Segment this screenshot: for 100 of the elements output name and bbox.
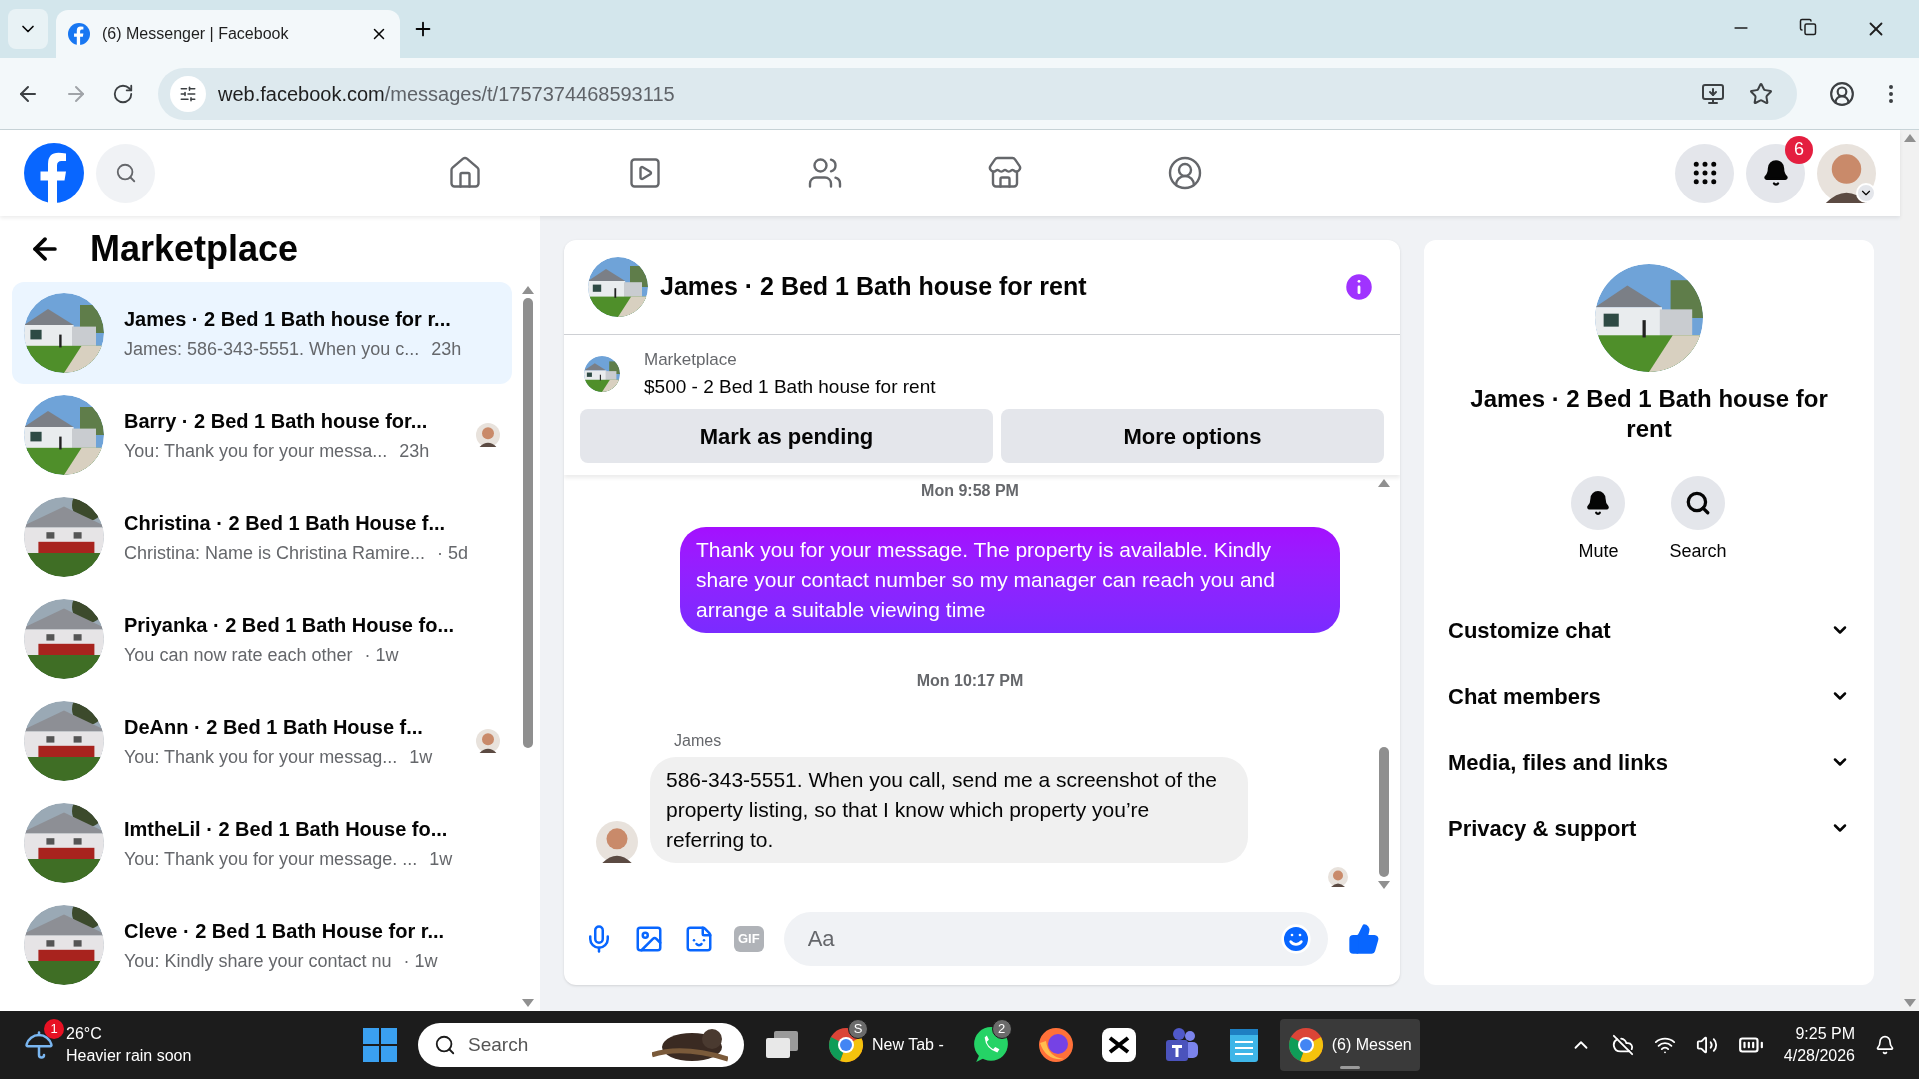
address-bar[interactable]: web.facebook.com/messages/t/1757374468593115: [158, 67, 1797, 120]
message-preview: You: Thank you for your messa...: [124, 440, 388, 463]
task-view-icon[interactable]: [764, 1030, 800, 1060]
conversation-name: ImtheLil · 2 Bed 1 Bath House fo...: [124, 817, 448, 842]
bookmark-star-icon[interactable]: [1749, 81, 1773, 106]
temperature: 26°C: [66, 1024, 103, 1044]
scroll-up-icon[interactable]: [1903, 134, 1916, 142]
forecast: Heavier rain soon: [66, 1046, 192, 1066]
timestamp: Mon 9:58 PM: [921, 481, 1019, 501]
action-label: Mute: [1578, 540, 1619, 563]
like-icon[interactable]: [1348, 923, 1380, 955]
browser-tab[interactable]: (6) Messenger | Facebook: [56, 10, 400, 58]
conversation-item[interactable]: ImtheLil · 2 Bed 1 Bath House fo... You: Thank you for your message. ... 1w: [12, 792, 512, 894]
listing-title: $500 - 2 Bed 1 Bath house for rent: [644, 374, 936, 399]
outgoing-message: Thank you for your message. The property is available. Kindly share your contact number so my manager can reach you and arrange a suitable viewing time: [680, 527, 1340, 633]
taskbar-search[interactable]: Search: [418, 1023, 744, 1067]
avatar: [476, 729, 500, 753]
friends-icon[interactable]: [807, 155, 843, 191]
avatar: [1328, 867, 1348, 887]
sender-name: James: [674, 731, 723, 751]
action-label: Search: [1669, 540, 1727, 563]
conversation-item[interactable]: DeAnn · 2 Bed 1 Bath House f... You: Thank you for your messag... 1w: [12, 690, 512, 792]
conversation-name: Christina · 2 Bed 1 Bath House f...: [124, 511, 446, 536]
message-preview: You: Thank you for your messag...: [124, 746, 398, 769]
emoji-icon[interactable]: [1280, 923, 1312, 955]
search-button[interactable]: [1671, 476, 1725, 530]
scrollbar-thumb[interactable]: [1379, 747, 1389, 877]
avatar: [596, 821, 638, 863]
mute-button[interactable]: [1571, 476, 1626, 530]
volume-icon[interactable]: [1695, 1034, 1718, 1056]
cloud-off-icon[interactable]: [1611, 1034, 1634, 1056]
notification-icon[interactable]: [1875, 1035, 1895, 1055]
team-app-icon[interactable]: [1163, 1027, 1200, 1063]
bell-icon: [1761, 159, 1790, 187]
details-title: James · 2 Bed 1 Bath house for rent: [1469, 384, 1829, 444]
chat-title: James · 2 Bed 1 Bath house for rent: [660, 271, 1088, 303]
editor-icon[interactable]: [1101, 1028, 1136, 1062]
search-icon: [1685, 490, 1711, 516]
windows-icon[interactable]: [362, 1027, 398, 1063]
groups-icon[interactable]: [1167, 155, 1203, 191]
section-row[interactable]: Chat members: [1448, 663, 1850, 729]
home-icon[interactable]: [447, 155, 483, 191]
conversation-name: Barry · 2 Bed 1 Bath house for...: [124, 409, 428, 434]
message-preview: James: 586-343-5551. When you c...: [124, 338, 420, 361]
message-input[interactable]: Aa: [783, 912, 1328, 966]
notification-badge: 6: [1785, 135, 1813, 164]
app-label: New Tab -: [872, 1035, 944, 1055]
listing-button[interactable]: More options: [1001, 409, 1384, 463]
conversation-name: James · 2 Bed 1 Bath house for r...: [124, 307, 451, 332]
search-icon: [114, 162, 137, 184]
scroll-up-icon[interactable]: [522, 286, 534, 294]
tab-title: (6) Messenger | Facebook: [102, 24, 290, 44]
flame-globe-icon[interactable]: [1037, 1027, 1074, 1063]
install-icon[interactable]: [1701, 81, 1725, 106]
section-row[interactable]: Privacy & support: [1448, 795, 1850, 861]
scrollbar[interactable]: [1900, 130, 1919, 1011]
conversation-item[interactable]: Cleve · 2 Bed 1 Bath House for r... You: Kindly share your contact nu · 1w: [12, 894, 512, 996]
message-time: · 1w: [364, 644, 399, 667]
message-time: 1w: [409, 746, 433, 769]
sticker-icon[interactable]: [684, 924, 714, 954]
message-preview: You: Kindly share your contact nu: [124, 950, 392, 973]
badge: 2: [991, 1019, 1012, 1039]
profile-icon[interactable]: [1829, 80, 1855, 107]
section-row[interactable]: Media, files and links: [1448, 729, 1850, 795]
conversation-name: Cleve · 2 Bed 1 Bath House for r...: [124, 919, 445, 944]
reload-icon[interactable]: [112, 82, 134, 105]
clock-date[interactable]: 4/28/2026: [1783, 1045, 1855, 1067]
conversation-item[interactable]: Priyanka · 2 Bed 1 Bath House fo... You can now rate each other · 1w: [12, 588, 512, 690]
facebook-logo-icon: [68, 23, 90, 45]
site-settings-icon[interactable]: [179, 84, 197, 103]
image-icon[interactable]: [634, 924, 664, 954]
facebook-logo-icon[interactable]: [24, 143, 84, 203]
section-row[interactable]: Customize chat: [1448, 597, 1850, 663]
listing-label: Marketplace: [644, 349, 738, 371]
listing-button[interactable]: Mark as pending: [580, 409, 993, 463]
restore-icon[interactable]: [1799, 18, 1817, 36]
message-time: · 1w: [403, 950, 438, 973]
message-time: 1w: [429, 848, 453, 871]
video-icon[interactable]: [627, 155, 663, 191]
round-browser-icon[interactable]: [1287, 1027, 1324, 1063]
timestamp: Mon 10:17 PM: [916, 671, 1024, 691]
conversation-item[interactable]: Christina · 2 Bed 1 Bath House f... Christina: Name is Christina Ramire... · 5d: [12, 486, 512, 588]
notepad-icon[interactable]: [1227, 1027, 1260, 1063]
badge: 1: [44, 1019, 64, 1039]
scroll-down-icon[interactable]: [522, 999, 534, 1007]
url-text: web.facebook.com/messages/t/1757374468593115: [218, 81, 675, 107]
scroll-down-icon[interactable]: [1903, 999, 1916, 1007]
scroll-up-icon[interactable]: [1378, 479, 1390, 487]
conversation-item[interactable]: James · 2 Bed 1 Bath house for r... James: 586-343-5551. When you c... 23h: [12, 282, 512, 384]
sidebar-title: Marketplace: [90, 227, 299, 271]
bell-icon: [1585, 490, 1612, 516]
message-time: · 5d: [437, 542, 469, 565]
marketplace-icon[interactable]: [987, 155, 1023, 191]
message-time: 23h: [399, 440, 430, 463]
app-label: (6) Messen: [1331, 1035, 1412, 1055]
conversation-item[interactable]: Barry · 2 Bed 1 Bath house for... You: Thank you for your messa... 23h: [12, 384, 512, 486]
scrollbar-thumb[interactable]: [523, 298, 533, 748]
message-preview: You can now rate each other: [124, 644, 353, 667]
scroll-down-icon[interactable]: [1378, 881, 1390, 889]
clock-time[interactable]: 9:25 PM: [1795, 1023, 1855, 1045]
